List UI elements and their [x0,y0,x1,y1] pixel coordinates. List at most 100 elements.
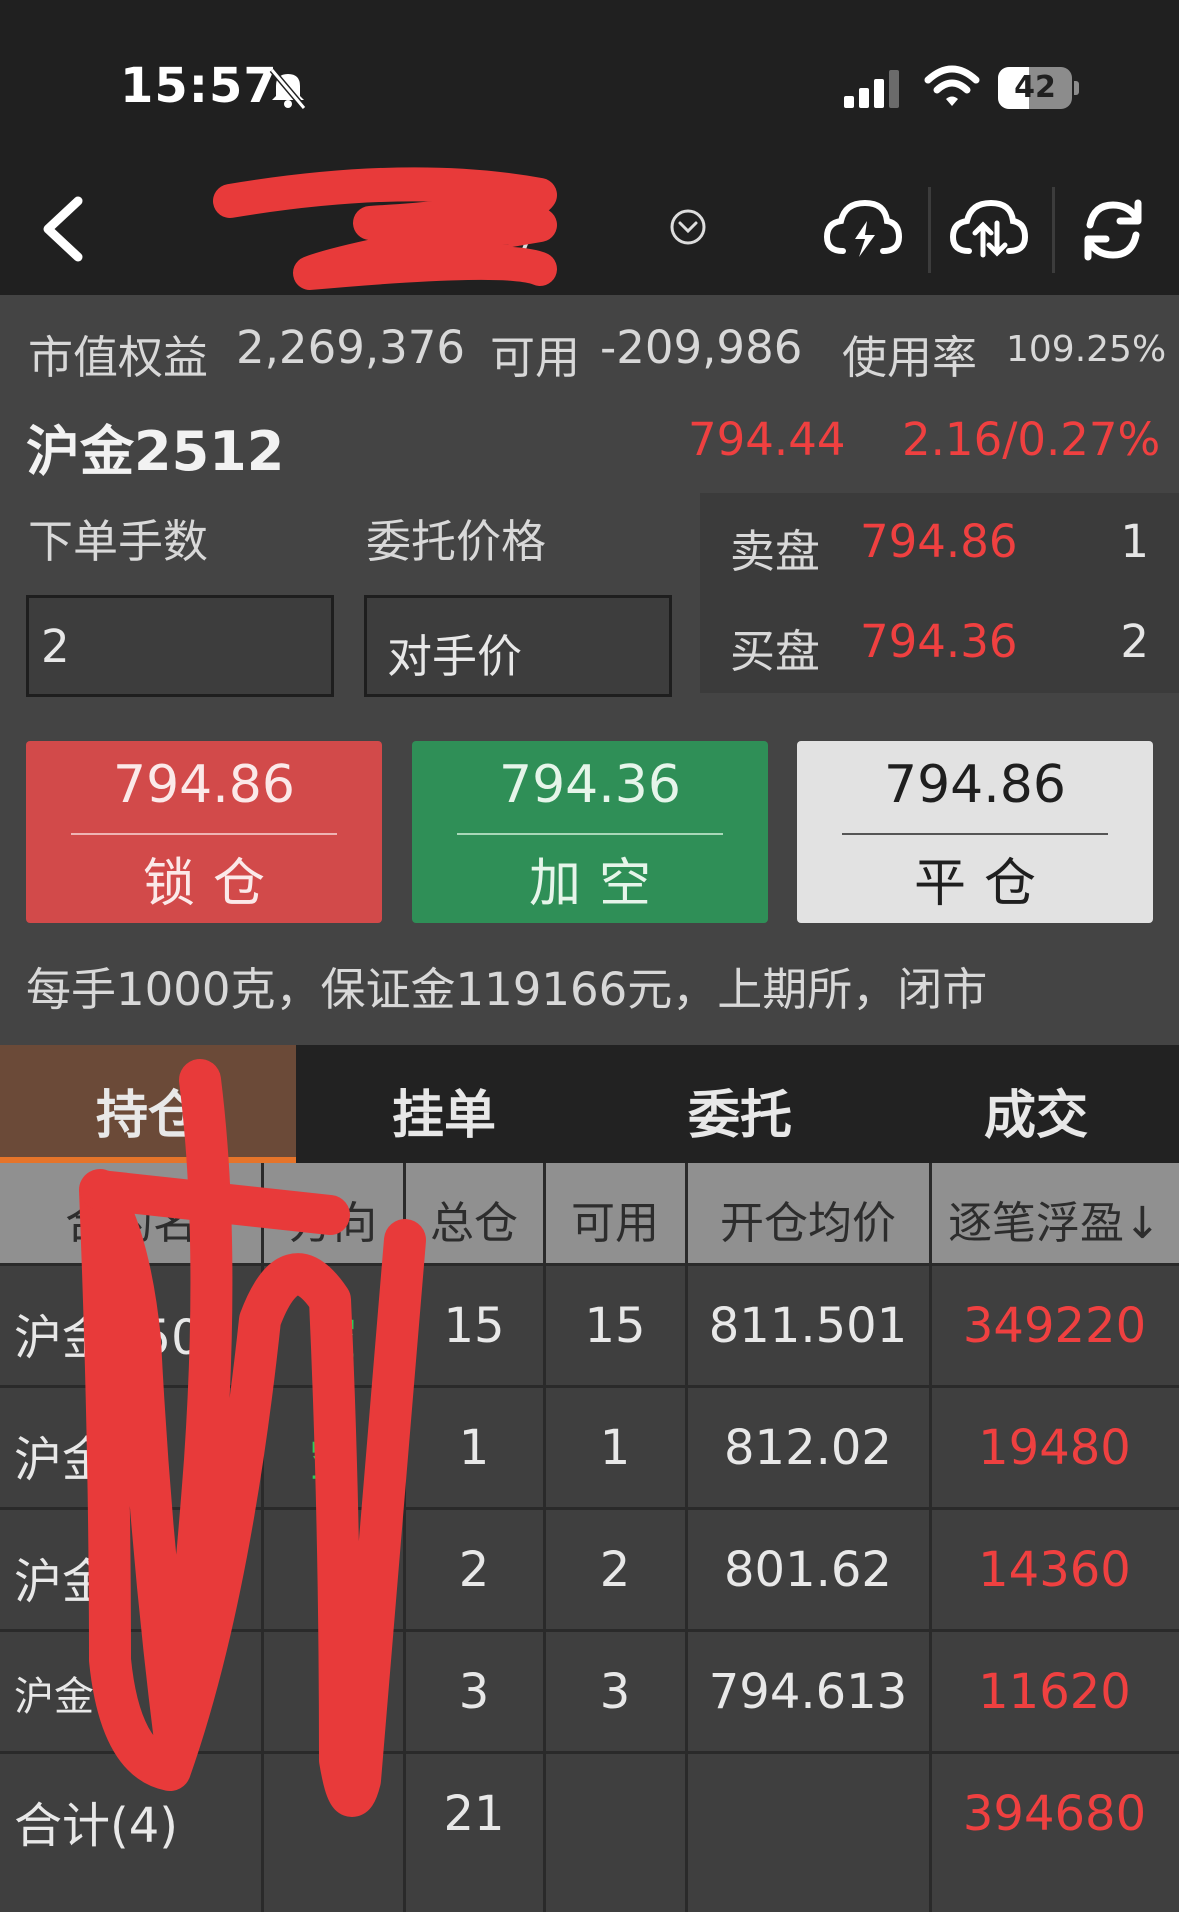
cellular-signal-icon [844,70,899,108]
last-price: 794.44 [688,413,846,466]
tab-trades[interactable]: 成交 [888,1045,1179,1163]
short-price: 794.36 [499,755,681,815]
row-avg-price: 812.02 [724,1420,892,1476]
bid-price: 794.36 [860,615,1018,668]
usage-value: 109.25% [1006,329,1167,370]
row-float-pnl: 349220 [962,1298,1147,1354]
cloud-lightning-icon [823,199,903,257]
tab-orders[interactable]: 委托 [592,1045,888,1163]
ask-label: 卖盘 [730,525,821,578]
refresh-button[interactable] [1068,187,1158,273]
row-avg-price: 811.501 [708,1298,908,1354]
row-badge: M [100,1682,131,1716]
back-button[interactable] [28,189,98,269]
header-available[interactable]: 可用 [544,1163,686,1263]
row-total: 1 [458,1420,490,1476]
wifi-icon [924,65,980,106]
status-bar: 15:57 42 [0,0,1179,165]
row-total: 2 [458,1542,490,1598]
market-value: 2,269,376 [236,321,466,374]
close-price: 794.86 [884,755,1066,815]
battery-indicator: 42 [998,67,1080,109]
account-selector[interactable]: 70****7 [220,173,680,283]
table-row[interactable]: 沪金 2 2 801.62 14360 [0,1507,1179,1629]
market-value-label: 市值权益 [28,331,209,384]
row-float-pnl: 14360 [978,1542,1131,1598]
bell-slash-icon [269,68,307,110]
cloud-sync-button[interactable] [944,187,1034,273]
quantity-input[interactable]: 2 [26,595,334,697]
row-contract: 沪金 [14,1554,111,1610]
ask-volume: 1 [1120,515,1149,568]
tab-pending-orders[interactable]: 挂单 [296,1045,592,1163]
row-available: 3 [599,1664,631,1720]
close-label: 平仓 [913,854,1054,914]
row-direction [262,1510,404,1632]
table-row[interactable]: 沪金 M 3 3 794.613 11620 [0,1629,1179,1751]
usage-label: 使用率 [842,331,978,384]
row-contract-name: 沪金 [14,1674,94,1720]
price-type-select[interactable]: 对手价 [364,595,672,697]
row-direction: 空 [308,1432,357,1488]
row-avg-price: 801.62 [724,1542,892,1598]
bid-row[interactable]: 买盘 794.36 2 [700,593,1179,693]
add-short-button[interactable]: 794.36 加空 [412,741,768,923]
contract-info: 每手1000克，保证金119166元，上期所，闭市 [26,963,988,1016]
table-row[interactable]: 沪金2500 空 15 15 811.501 349220 [0,1263,1179,1385]
total-row: 合计(4) 21 394680 [0,1751,1179,1912]
positions-table: 合约名 方向 总仓 可用 开仓均价 逐笔浮盈↓ 沪金2500 空 15 15 8… [0,1163,1179,1912]
row-available: 15 [584,1298,646,1354]
header-direction[interactable]: 方向 [262,1163,404,1263]
quantity-label: 下单手数 [28,515,209,568]
price-change: 2.16/0.27% [902,413,1161,466]
total-positions: 21 [443,1786,505,1842]
nav-divider [1052,187,1055,273]
table-row[interactable]: 沪金25 空 1 1 812.02 19480 [0,1385,1179,1507]
equity-summary: 市值权益 2,269,376 可用 -209,986 使用率 109.25% [0,295,1179,393]
close-position-button[interactable]: 794.86 平仓 [797,741,1153,923]
nav-bar: 70****7 [0,165,1179,295]
row-direction [262,1632,404,1754]
total-label: 合计(4) [14,1798,178,1854]
table-header: 合约名 方向 总仓 可用 开仓均价 逐笔浮盈↓ [0,1163,1179,1263]
instrument-name[interactable]: 沪金2512 [26,407,284,486]
lock-price: 794.86 [113,755,295,815]
bid-volume: 2 [1120,615,1149,668]
header-contract[interactable]: 合约名 [0,1163,262,1263]
account-id: 70****7 [364,231,536,277]
chevron-down-icon[interactable] [668,207,708,247]
button-divider [71,833,337,835]
bid-label: 买盘 [730,625,821,678]
column-divider [261,1163,264,1912]
ask-row[interactable]: 卖盘 794.86 1 [700,493,1179,593]
row-avg-price: 794.613 [708,1664,908,1720]
refresh-icon [1084,199,1142,261]
row-contract: 沪金 M [0,1632,262,1754]
battery-cap [1074,81,1079,95]
header-avg-price[interactable]: 开仓均价 [686,1163,930,1263]
row-direction: 空 [308,1310,357,1366]
header-float-pnl[interactable]: 逐笔浮盈↓ [930,1163,1179,1263]
cloud-download-button[interactable] [818,187,908,273]
tab-positions[interactable]: 持仓 [0,1045,296,1163]
column-divider [929,1163,932,1912]
row-total: 3 [458,1664,490,1720]
row-available: 2 [599,1542,631,1598]
column-divider [685,1163,688,1912]
lock-position-button[interactable]: 794.86 锁仓 [26,741,382,923]
row-total: 15 [443,1298,505,1354]
lock-label: 锁仓 [142,854,283,914]
available-label: 可用 [490,331,581,384]
orderbook: 卖盘 794.86 1 买盘 794.36 2 [700,493,1179,693]
available-value: -209,986 [600,321,803,374]
header-total[interactable]: 总仓 [404,1163,544,1263]
total-float-pnl: 394680 [962,1786,1147,1842]
row-contract: 沪金2500 [14,1310,233,1366]
column-divider [543,1163,546,1912]
tab-bar: 持仓 挂单 委托 成交 [0,1045,1179,1163]
cloud-transfer-icon [949,199,1029,258]
row-available: 1 [599,1420,631,1476]
order-panel: 沪金2512 794.44 2.16/0.27% 下单手数 委托价格 2 对手价… [0,393,1179,1045]
price-label: 委托价格 [366,515,547,568]
button-divider [842,833,1108,835]
